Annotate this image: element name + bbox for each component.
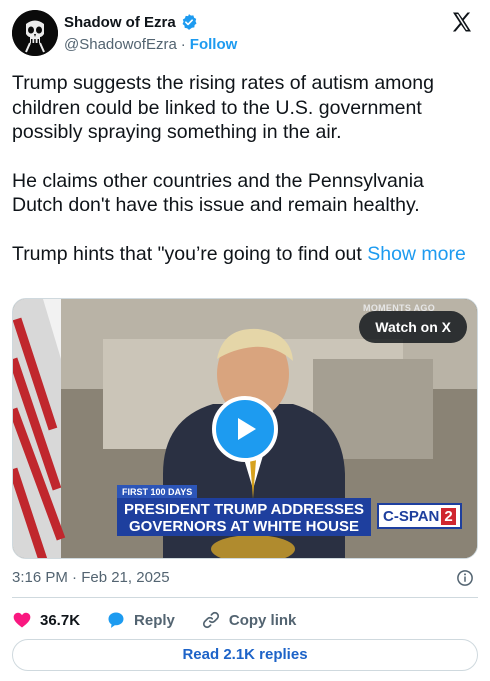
tweet-paragraph: Trump hints that "you’re going to find o… bbox=[12, 242, 478, 267]
author-avatar[interactable] bbox=[12, 10, 58, 56]
info-icon[interactable] bbox=[456, 569, 474, 587]
handle-separator: · bbox=[180, 36, 186, 53]
show-more-link[interactable]: Show more bbox=[367, 243, 466, 265]
divider bbox=[12, 597, 478, 598]
reply-button[interactable]: Reply bbox=[106, 610, 175, 630]
name-row: Shadow of Ezra bbox=[64, 13, 198, 31]
tweet-timestamp[interactable]: 3:16 PM · Feb 21, 2025 bbox=[12, 569, 170, 586]
like-button[interactable]: 36.7K bbox=[12, 610, 80, 630]
play-button[interactable] bbox=[212, 396, 278, 462]
video-player[interactable]: MOMENTS AGO FIRST 100 DAYS PRESIDENT TRU… bbox=[12, 298, 478, 559]
like-count: 36.7K bbox=[40, 611, 81, 629]
tweet-header: Shadow of Ezra @ShadowofEzra · Follow bbox=[12, 10, 478, 58]
follow-link[interactable]: Follow bbox=[190, 36, 238, 53]
play-icon bbox=[238, 418, 256, 440]
link-icon bbox=[202, 611, 219, 629]
reply-bubble-icon bbox=[108, 612, 124, 628]
news-chyron: PRESIDENT TRUMP ADDRESSES GOVERNORS AT W… bbox=[117, 498, 371, 536]
author-display-name[interactable]: Shadow of Ezra bbox=[64, 14, 176, 31]
copy-link-button[interactable]: Copy link bbox=[201, 610, 297, 630]
chyron-line: GOVERNORS AT WHITE HOUSE bbox=[128, 518, 359, 535]
first-100-days-tag: FIRST 100 DAYS bbox=[117, 485, 198, 499]
network-logo: C-SPAN 2 bbox=[377, 503, 462, 529]
action-bar: 36.7K Reply Copy link bbox=[12, 608, 322, 632]
tweet-text: Trump suggests the rising rates of autis… bbox=[12, 71, 478, 290]
x-logo-icon[interactable] bbox=[450, 10, 474, 34]
verified-badge-icon bbox=[182, 14, 197, 30]
reply-label: Reply bbox=[134, 611, 175, 629]
copy-link-label: Copy link bbox=[228, 611, 297, 629]
watch-on-x-button[interactable]: Watch on X bbox=[359, 311, 467, 343]
skull-avatar-icon bbox=[12, 10, 58, 56]
heart-icon bbox=[13, 612, 31, 628]
network-name: C-SPAN bbox=[383, 508, 440, 525]
author-handle[interactable]: @ShadowofEzra bbox=[64, 36, 177, 53]
network-number: 2 bbox=[441, 508, 456, 525]
tweet-paragraph: Trump suggests the rising rates of autis… bbox=[12, 72, 434, 143]
handle-row: @ShadowofEzra · Follow bbox=[64, 36, 237, 53]
tweet-paragraph-text: Trump hints that "you’re going to find o… bbox=[12, 242, 362, 265]
tweet-paragraph: He claims other countries and the Pennsy… bbox=[12, 169, 424, 217]
chyron-line: PRESIDENT TRUMP ADDRESSES bbox=[123, 501, 365, 518]
read-replies-button[interactable]: Read 2.1K replies bbox=[12, 639, 478, 671]
